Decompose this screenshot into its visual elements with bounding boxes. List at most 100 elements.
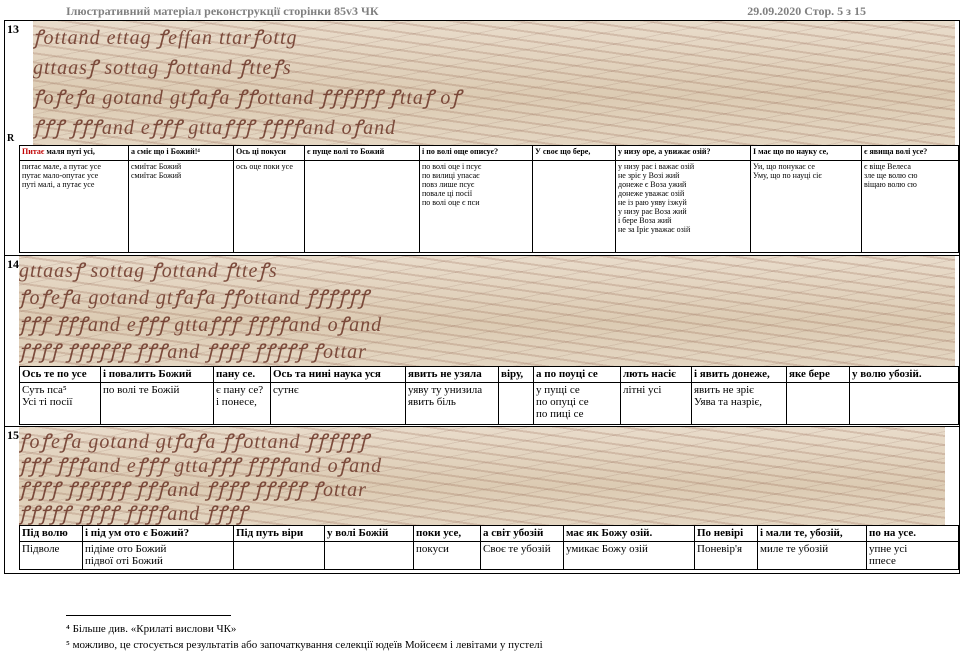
table-cell: літні усі [620, 382, 692, 425]
table-header-cell: і повалить Божий [100, 366, 214, 383]
cell-line: смиїтає Божий [131, 162, 182, 171]
cell-line: по волі оце і псує [422, 162, 482, 171]
cell-line: сутнє [273, 384, 299, 396]
table-header-cell: має як Божу озій. [563, 525, 695, 542]
table-header-cell: Під путь віри [233, 525, 325, 542]
manuscript-line: ꝭꝭꝭ ꝭꝭꝭand eꝭꝭꝭ gttaꝭꝭꝭ ꝭꝭꝭꝭand oꝭand [33, 117, 397, 139]
table-header-cell: І має що по науку се, [750, 145, 862, 161]
table-cell: Поневір'я [694, 541, 758, 570]
cell-line: повале ці посії [422, 189, 473, 198]
cell-line: і понесе, [216, 396, 257, 408]
cell-line: літні усі [623, 384, 662, 396]
table-header-cell: у волі Божій [324, 525, 414, 542]
table-header-cell: яке бере [786, 366, 850, 383]
table-header-cell: а по поуці се [533, 366, 621, 383]
table-header-cell: а світ убозій [480, 525, 564, 542]
cell-line: у пущі се [536, 384, 580, 396]
table-cell: по волі оце і псує по вилиці упасає повз л… [419, 160, 533, 253]
manuscript-line: ꝭꝭꝭ ꝭꝭꝭand eꝭꝭꝭ gttaꝭꝭꝭ ꝭꝭꝭꝭand oꝭand [19, 455, 383, 477]
table-header-cell: і явить донеже, [691, 366, 787, 383]
cell-line: донеже є Воза ужий [618, 180, 687, 189]
table-cell: Своє те убозій [480, 541, 564, 570]
table-cell [786, 382, 850, 425]
cell-line: віщаю волю сю [864, 180, 917, 189]
table-cell: уяву ту унизила явить біль [405, 382, 499, 425]
header-text: маля путі усі, [46, 147, 95, 156]
cell-line: умикає Божу озій [566, 543, 648, 555]
cell-line: питає мале, а путає усе [22, 162, 101, 171]
cell-line: Своє те убозій [483, 543, 551, 555]
table-header-cell: Ось та нині наука уся [270, 366, 406, 383]
table-header-cell: У своє що бере, [532, 145, 616, 161]
cell-line: підвої оті Божий [85, 555, 163, 567]
cell-line: не за Іріє уважає озій [618, 225, 691, 234]
cell-line: по пиці се [536, 408, 584, 420]
cell-line: повз лише псує [422, 180, 475, 189]
manuscript-line: gttaasꝭ sottag ꝭottand ꝭtteꝭs [19, 260, 278, 282]
manuscript-line: ꝭꝭꝭꝭꝭ ꝭꝭꝭꝭ ꝭꝭꝭꝭand ꝭꝭꝭꝭ [19, 503, 249, 525]
cell-line: явить не зріє [694, 384, 754, 396]
cell-line: є віще Велеса [864, 162, 911, 171]
table-cell: є пану се? і понесе, [213, 382, 271, 425]
cell-line: по волі те Божій [103, 384, 180, 396]
section-number: 13 [7, 22, 19, 36]
cell-line: ось оце поки усе [236, 162, 293, 171]
cell-line: Усі ті посії [22, 396, 73, 408]
section-number: 15 [7, 428, 19, 442]
transcription-table-14: Ось те по усе і повалить Божий пану се. … [19, 366, 959, 425]
cell-line: путі малі, а путає усе [22, 180, 95, 189]
table-cell: миле те убозій [757, 541, 867, 570]
table-cell: умикає Божу озій [563, 541, 695, 570]
table-header-cell: є явища волі усе? [861, 145, 959, 161]
table-header-cell: по на усе. [866, 525, 959, 542]
cell-line: не зріє у Возі жий [618, 171, 680, 180]
table-header-cell: Ось ці покуси [233, 145, 305, 161]
table-cell: є віще Велеса зле ще волю сю віщаю волю сю [861, 160, 959, 253]
cell-line: є пану се? [216, 384, 264, 396]
table-cell: упне усі ппесе [866, 541, 959, 570]
cell-line: по опуці се [536, 396, 589, 408]
manuscript-image: gttaasꝭ sottag ꝭottand ꝭtteꝭs ꝭoꝭeꝭa got… [19, 256, 955, 366]
table-header-cell: пану се. [213, 366, 271, 383]
table-cell: Суть пса⁵ Усі ті посії [19, 382, 101, 425]
cell-line: миле те убозій [760, 543, 829, 555]
margin-marker: R [7, 133, 15, 144]
table-header-cell: у волю убозій. [849, 366, 959, 383]
header-date-page: 29.09.2020 Стор. 5 з 15 [747, 4, 866, 18]
cell-line: путає мало-опутає усе [22, 171, 99, 180]
cell-line: по волі оце є пси [422, 198, 480, 207]
table-cell: Підволе [19, 541, 83, 570]
table-cell [233, 541, 325, 570]
table-cell: у пущі се по опуці се по пиці се [533, 382, 621, 425]
manuscript-line: ꝭoꝭeꝭa gotand gtꝭaꝭa ꝭꝭottand ꝭꝭꝭꝭꝭꝭ [19, 287, 370, 309]
table-header-cell: у низу оре, а увижає озій? [615, 145, 751, 161]
cell-line: ппесе [869, 555, 896, 567]
cell-line: зле ще волю сю [864, 171, 918, 180]
section-14: 14 gttaasꝭ sottag ꝭottand ꝭtteꝭs ꝭoꝭeꝭa … [4, 255, 960, 427]
transcription-table-15: Під волю і під ум ото є Божий? Під путь … [19, 525, 959, 570]
table-header-cell: Питає маля путі усі, [19, 145, 129, 161]
manuscript-line: ꝭꝭꝭꝭ ꝭꝭꝭꝭꝭꝭ ꝭꝭꝭand ꝭꝭꝭꝭ ꝭꝭꝭꝭꝭ ꝭottar [19, 341, 367, 363]
table-header-cell: а сміє що і Божий!⁴ [128, 145, 234, 161]
cell-line: Поневір'я [697, 543, 743, 555]
cell-line: покуси [416, 543, 449, 555]
section-number: 14 [7, 257, 19, 271]
cell-line: у низу рає Воза жий [618, 207, 687, 216]
cell-line: уяву ту унизила [408, 384, 483, 396]
table-header-cell: і мали те, убозій, [757, 525, 867, 542]
table-cell [849, 382, 959, 425]
table-cell: покуси [413, 541, 481, 570]
cell-line: Підволе [22, 543, 60, 555]
manuscript-line: ꝭoꝭeꝭa gotand gtꝭaꝭa ꝭꝭottand ꝭꝭꝭꝭꝭꝭ ꝭtt… [33, 87, 462, 109]
table-cell: підіме ото Божий підвої оті Божий [82, 541, 234, 570]
section-15: 15 ꝭoꝭeꝭa gotand gtꝭaꝭa ꝭꝭottand ꝭꝭꝭꝭꝭꝭ … [4, 426, 960, 574]
table-header-cell: віру, [498, 366, 534, 383]
table-cell: питає мале, а путає усе путає мало-опутає… [19, 160, 129, 253]
cell-line: не із раю уяву ізжуй [618, 198, 687, 207]
table-cell [304, 160, 420, 253]
table-header-cell: лють насіє [620, 366, 692, 383]
manuscript-image: ꝭoꝭeꝭa gotand gtꝭaꝭa ꝭꝭottand ꝭꝭꝭꝭꝭꝭ ꝭꝭꝭ… [19, 427, 945, 525]
manuscript-line: ꝭottand ettag ꝭeffan ttarꝭottg [33, 27, 298, 49]
cell-line: упне усі [869, 543, 908, 555]
table-header-cell: По невірі [694, 525, 758, 542]
